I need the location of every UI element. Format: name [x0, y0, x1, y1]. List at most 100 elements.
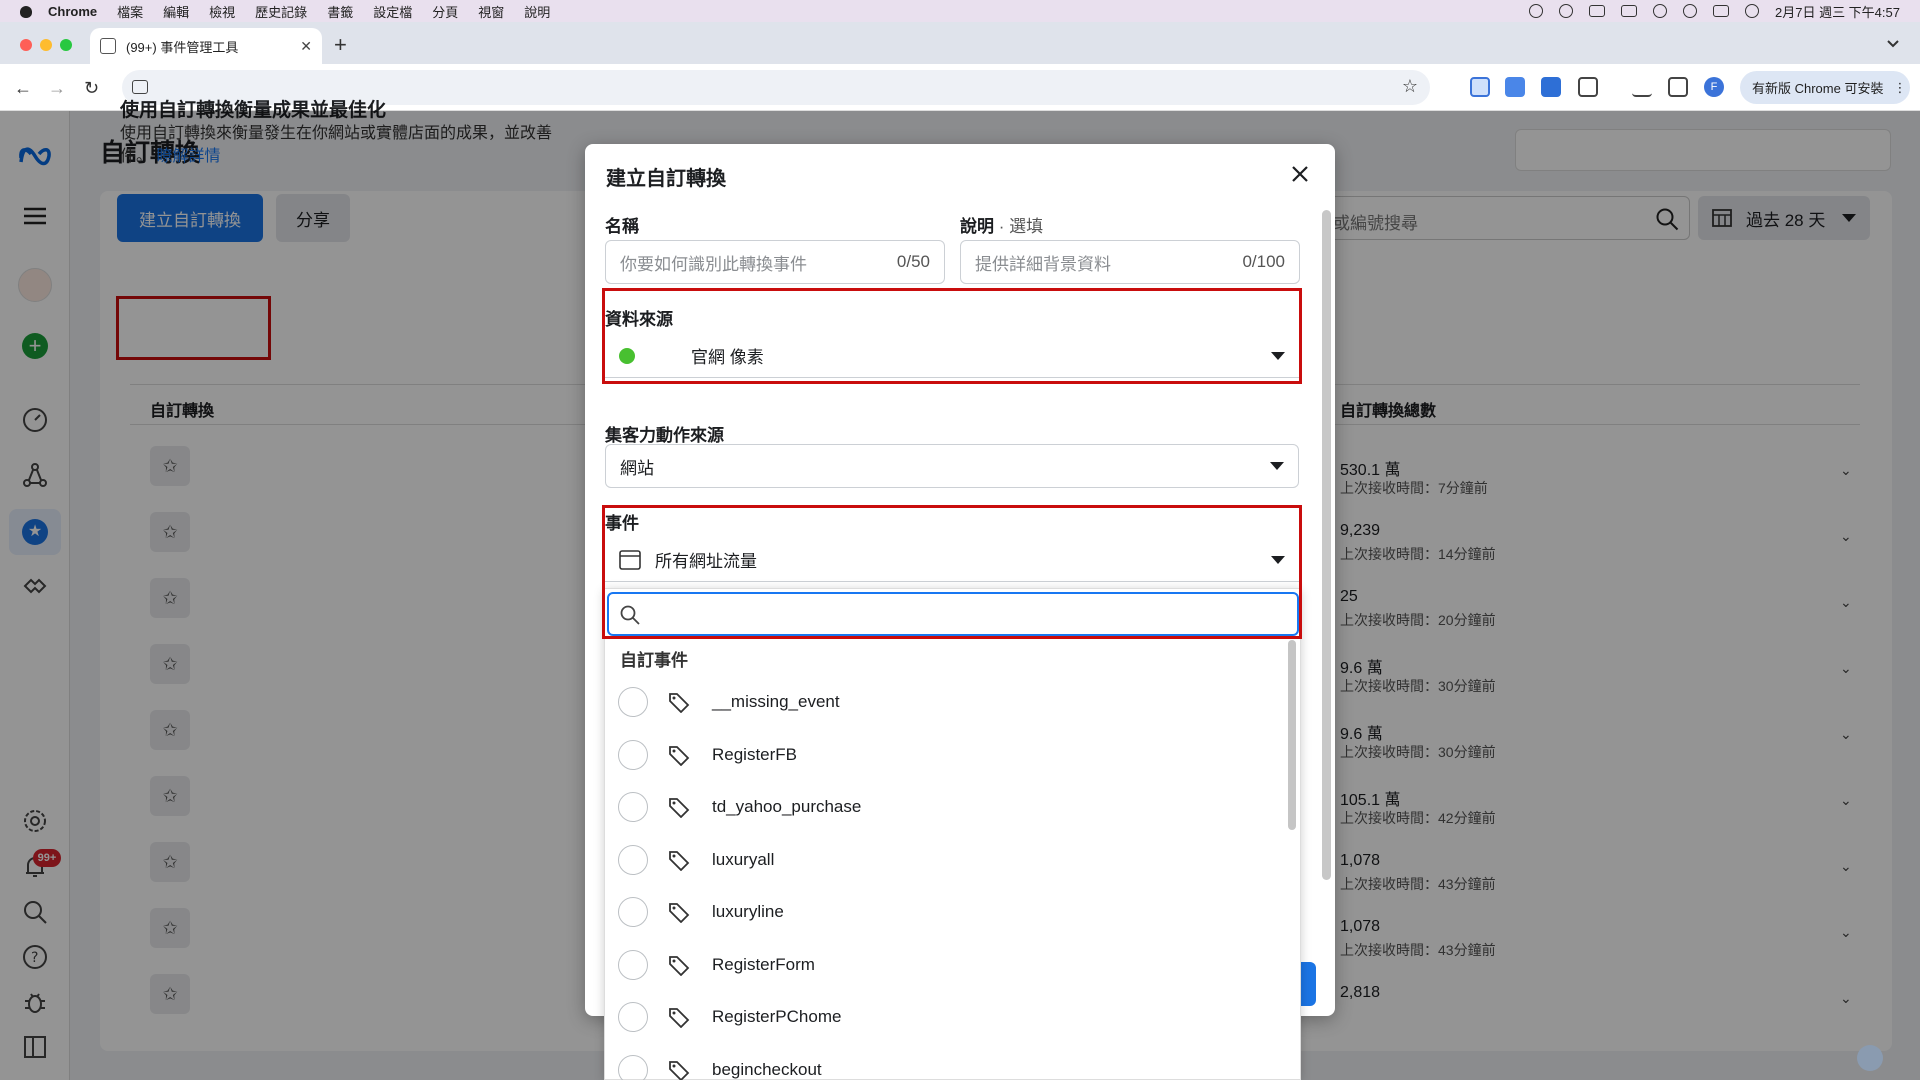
browser-tab-active[interactable]: (99+) 事件管理工具 ✕	[90, 28, 322, 64]
back-button[interactable]: ←	[14, 78, 32, 99]
wifi-icon[interactable]	[1653, 4, 1667, 18]
new-tab-button[interactable]: +	[334, 32, 347, 58]
custom-events-header: 自訂事件	[620, 651, 688, 670]
option-radio[interactable]	[618, 1054, 648, 1080]
menu-edit[interactable]: 編輯	[163, 2, 189, 21]
event-option[interactable]: luxuryall	[618, 840, 1288, 880]
action-source-label: 集客力動作來源	[605, 426, 724, 445]
spotlight-icon[interactable]	[1683, 4, 1697, 18]
option-radio[interactable]	[618, 1002, 648, 1032]
dropdown-scrollbar[interactable]	[1288, 640, 1296, 830]
custom-event-tag-icon	[669, 903, 690, 923]
option-radio[interactable]	[618, 687, 648, 717]
chrome-update-button[interactable]: 有新版 Chrome 可安裝 ⋮	[1740, 71, 1910, 104]
event-option[interactable]: begincheckout	[618, 1050, 1288, 1080]
menu-bar-clock[interactable]: 2月7日 週三 下午4:57	[1775, 2, 1900, 21]
tab-close-icon[interactable]: ✕	[300, 38, 312, 55]
custom-event-tag-icon	[669, 1008, 690, 1028]
chevron-down-icon	[1270, 462, 1284, 470]
option-label: luxuryline	[712, 902, 784, 921]
input-method-icon[interactable]	[1589, 5, 1605, 17]
option-radio[interactable]	[618, 739, 648, 770]
option-radio[interactable]	[618, 949, 648, 980]
globe-icon[interactable]	[1857, 1045, 1883, 1071]
event-option[interactable]: td_yahoo_purchase	[618, 787, 1288, 827]
macos-menu-bar: Chrome 檔案 編輯 檢視 歷史記錄 書籤 設定檔 分頁 視窗 說明 2月7…	[0, 0, 1920, 22]
event-option[interactable]: RegisterFB	[618, 735, 1288, 775]
action-source-select[interactable]: 網站	[605, 444, 1299, 488]
option-label: RegisterForm	[712, 954, 815, 974]
menu-app[interactable]: Chrome	[48, 4, 97, 19]
option-label: RegisterPChome	[712, 1007, 842, 1026]
media-control-icon[interactable]	[1632, 77, 1652, 97]
window-zoom-button[interactable]	[60, 39, 72, 51]
option-label: begincheckout	[712, 1059, 822, 1079]
action-source-value: 網站	[620, 458, 654, 478]
bookmark-star-icon[interactable]: ☆	[1402, 76, 1418, 97]
chrome-update-label: 有新版 Chrome 可安裝	[1752, 81, 1884, 96]
custom-event-tag-icon	[669, 798, 690, 818]
description-char-count: 0/100	[1242, 252, 1285, 271]
battery-icon[interactable]	[1621, 5, 1637, 17]
option-label: __missing_event	[712, 692, 840, 711]
tab-search-chevron-icon[interactable]	[1884, 34, 1902, 52]
menu-window[interactable]: 視窗	[478, 2, 504, 21]
name-label: 名稱	[605, 217, 639, 236]
name-input[interactable]: 你要如何識別此轉換事件 0/50	[605, 240, 945, 284]
custom-event-tag-icon	[669, 1060, 690, 1080]
dialog-scrollbar[interactable]	[1322, 210, 1331, 880]
name-char-count: 0/50	[896, 252, 930, 271]
menu-bookmarks[interactable]: 書籤	[327, 2, 353, 21]
option-label: RegisterFB	[712, 744, 798, 764]
optional-tag: · 選填	[994, 217, 1044, 236]
extensions-puzzle-icon[interactable]	[1578, 77, 1598, 97]
menu-history[interactable]: 歷史記錄	[255, 2, 307, 21]
highlight-event-box	[602, 505, 1302, 639]
option-radio[interactable]	[618, 897, 648, 927]
option-label: luxuryall	[712, 849, 775, 869]
dialog-title: 建立自訂轉換	[606, 168, 726, 190]
event-option[interactable]: luxuryline	[618, 892, 1288, 932]
control-center-icon[interactable]	[1713, 5, 1729, 17]
option-radio[interactable]	[618, 792, 648, 822]
menu-view[interactable]: 檢視	[209, 2, 235, 21]
description-input[interactable]: 提供詳細背景資料 0/100	[960, 240, 1300, 284]
event-option[interactable]: __missing_event	[618, 682, 1288, 722]
profile-avatar[interactable]: F	[1704, 77, 1724, 97]
menu-profiles[interactable]: 設定檔	[373, 2, 412, 21]
site-settings-icon[interactable]	[132, 80, 148, 94]
forward-button[interactable]: →	[48, 78, 66, 99]
chrome-tab-strip: (99+) 事件管理工具 ✕ +	[0, 22, 1920, 64]
description-label-text: 說明	[960, 217, 994, 236]
description-label: 說明 · 選填	[960, 212, 1043, 237]
apple-icon[interactable]	[18, 3, 34, 19]
menu-tabs[interactable]: 分頁	[432, 2, 458, 21]
siri-icon[interactable]	[1745, 4, 1759, 18]
close-icon[interactable]	[1288, 162, 1312, 186]
option-label: td_yahoo_purchase	[712, 797, 862, 816]
option-radio[interactable]	[618, 844, 648, 875]
name-placeholder: 你要如何識別此轉換事件	[620, 254, 807, 274]
window-minimize-button[interactable]	[40, 39, 52, 51]
window-close-button[interactable]	[20, 39, 32, 51]
side-panel-icon[interactable]	[1668, 77, 1688, 97]
description-placeholder: 提供詳細背景資料	[975, 254, 1111, 274]
tab-favicon-icon	[100, 38, 116, 54]
event-option[interactable]: RegisterForm	[618, 945, 1288, 985]
extension-3-icon[interactable]	[1541, 77, 1561, 97]
play-status-icon[interactable]	[1559, 4, 1573, 18]
line-status-icon[interactable]	[1529, 4, 1543, 18]
extension-1-icon[interactable]	[1470, 77, 1490, 97]
custom-event-tag-icon	[669, 955, 690, 976]
event-option[interactable]: RegisterPChome	[618, 997, 1288, 1037]
reload-button[interactable]: ↻	[84, 78, 99, 99]
custom-event-tag-icon	[669, 693, 690, 713]
kebab-menu-icon[interactable]: ⋮	[1893, 80, 1906, 96]
menu-file[interactable]: 檔案	[117, 2, 143, 21]
custom-event-tag-icon	[669, 850, 690, 871]
translate-extension-icon[interactable]	[1505, 77, 1525, 97]
custom-event-tag-icon	[669, 745, 690, 766]
menu-help[interactable]: 說明	[524, 2, 550, 21]
tab-title: (99+) 事件管理工具	[126, 39, 239, 55]
highlight-data-source-box	[602, 288, 1302, 384]
